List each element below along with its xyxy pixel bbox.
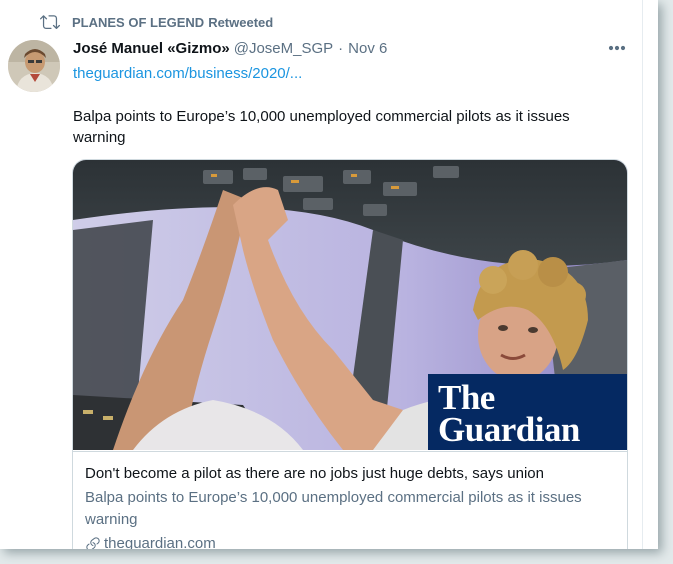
- tweet-window: PLANES OF LEGEND Retweeted José Manuel «…: [0, 0, 658, 549]
- tweet-link[interactable]: theguardian.com/business/2020/...: [73, 65, 302, 82]
- retweeter-name[interactable]: PLANES OF LEGEND: [72, 15, 204, 30]
- user-handle[interactable]: @JoseM_SGP: [234, 40, 333, 57]
- guardian-logo: The Guardian: [428, 374, 627, 450]
- link-card[interactable]: The Guardian Don't become a pilot as the…: [72, 159, 628, 549]
- card-body[interactable]: Don't become a pilot as there are no job…: [73, 451, 627, 549]
- retweet-header[interactable]: PLANES OF LEGEND Retweeted: [40, 12, 273, 32]
- retweet-icon: [40, 15, 60, 30]
- link-icon: [86, 536, 100, 549]
- tweet-header: José Manuel «Gizmo» @JoseM_SGP · Nov 6: [73, 40, 387, 57]
- avatar[interactable]: [8, 40, 60, 92]
- card-title[interactable]: Don't become a pilot as there are no job…: [85, 464, 615, 484]
- separator-dot: ·: [338, 40, 344, 57]
- card-image[interactable]: The Guardian: [73, 160, 627, 450]
- tweet-text: Balpa points to Europe’s 10,000 unemploy…: [73, 108, 570, 146]
- display-name[interactable]: José Manuel «Gizmo»: [73, 40, 230, 57]
- tweet-date[interactable]: Nov 6: [348, 40, 387, 57]
- avatar-image: [8, 40, 60, 92]
- column-divider: [642, 0, 643, 549]
- more-icon[interactable]: [606, 40, 628, 56]
- card-domain-text[interactable]: theguardian.com: [104, 535, 216, 549]
- card-domain[interactable]: theguardian.com: [85, 535, 615, 549]
- retweeted-label: Retweeted: [208, 14, 274, 30]
- logo-line-2: Guardian: [438, 410, 580, 449]
- card-description: Balpa points to Europe’s 10,000 unemploy…: [85, 489, 582, 528]
